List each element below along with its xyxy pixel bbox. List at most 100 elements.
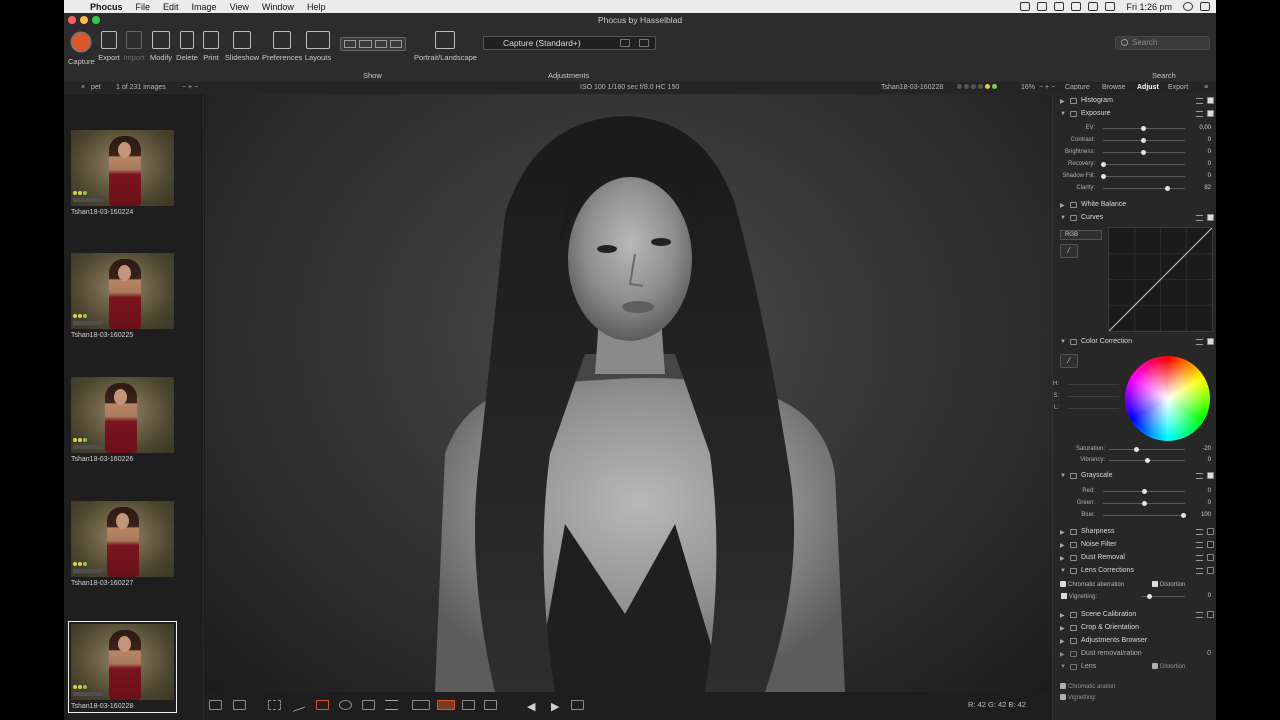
sharpness-section[interactable]: ▶ Sharpness: [1053, 527, 1216, 539]
single-view-icon[interactable]: [233, 700, 246, 710]
white-balance-section[interactable]: ▶ White Balance: [1053, 200, 1216, 212]
preset-compare-icon[interactable]: [620, 39, 630, 47]
slideshow-button[interactable]: Slideshow: [224, 31, 260, 62]
volume-icon[interactable]: [1088, 2, 1099, 11]
curves-section[interactable]: ▼ Curves: [1053, 213, 1216, 225]
section-enable-checkbox[interactable]: [1207, 528, 1214, 535]
mask-icon[interactable]: [484, 700, 497, 710]
info-tool-icon[interactable]: [385, 700, 398, 710]
close-filter-icon[interactable]: ×: [81, 84, 85, 91]
grayscale-section[interactable]: ▼ Grayscale: [1053, 471, 1216, 483]
slider-vibrancy[interactable]: Vibrancy: 0: [1053, 455, 1216, 466]
search-input[interactable]: Search: [1115, 36, 1210, 50]
section-enable-checkbox[interactable]: [1207, 338, 1214, 345]
crop-tool-icon[interactable]: [268, 700, 281, 710]
distortion-checkbox[interactable]: Distortion: [1152, 581, 1185, 588]
color-wheel[interactable]: [1125, 356, 1210, 441]
close-button[interactable]: [68, 16, 76, 24]
grid-toggle-icon[interactable]: [412, 700, 430, 710]
slider-shadow-fill[interactable]: Shadow Fill: 0: [1053, 171, 1216, 182]
portrait-landscape-button[interactable]: Portrait/Landscape: [414, 31, 477, 62]
curve-channel-select[interactable]: RGB: [1060, 230, 1102, 240]
menu-image[interactable]: Image: [192, 2, 217, 12]
thumbnail[interactable]: Tshan18-03-160225: [71, 253, 174, 339]
thumbnail[interactable]: Tshan18-03-160227: [71, 501, 174, 587]
noise-filter-section[interactable]: ▶ Noise Filter: [1053, 540, 1216, 552]
color-eyedropper-icon[interactable]: ⁄: [1060, 354, 1078, 368]
compare-icon[interactable]: [209, 700, 222, 710]
dust-removal-section[interactable]: ▶ Dust Removal: [1053, 553, 1216, 565]
slider-blue[interactable]: Blue: 100: [1053, 510, 1216, 521]
section-enable-checkbox[interactable]: [1207, 472, 1214, 479]
notification-icon[interactable]: [1200, 2, 1210, 11]
menu-window[interactable]: Window: [262, 2, 294, 12]
scene-calibration-section[interactable]: ▶ Scene Calibration: [1053, 610, 1216, 622]
section-enable-checkbox[interactable]: [1207, 541, 1214, 548]
slider-ev[interactable]: EV: 0,00: [1053, 123, 1216, 134]
hand-tool-icon[interactable]: [362, 700, 375, 710]
clock[interactable]: Fri 1:26 pm: [1126, 2, 1172, 12]
tab-browse[interactable]: Browse: [1102, 84, 1125, 91]
thumbnail[interactable]: Tshan18-03-160226: [71, 377, 174, 463]
thumbnail[interactable]: Tshan18-03-160224: [71, 130, 174, 216]
section-enable-checkbox[interactable]: [1207, 110, 1214, 117]
undo-icon[interactable]: [601, 39, 611, 47]
slider-recovery[interactable]: Recovery: 0: [1053, 159, 1216, 170]
curve-eyedropper-icon[interactable]: ⁄: [1060, 244, 1078, 258]
slider-clarity[interactable]: Clarity: 82: [1053, 183, 1216, 194]
section-menu-icon[interactable]: [1196, 111, 1203, 117]
lens-corrections-section[interactable]: ▼ Lens Corrections: [1053, 566, 1216, 578]
chromatic-aberration-checkbox[interactable]: Chromatic aberration: [1060, 581, 1124, 588]
show-single-icon[interactable]: [344, 40, 357, 48]
print-button[interactable]: Print: [200, 31, 222, 62]
export-button[interactable]: Export: [97, 31, 121, 62]
tab-export[interactable]: Export: [1168, 84, 1188, 91]
previous-image-icon[interactable]: ◀: [527, 700, 540, 713]
preferences-button[interactable]: Preferences: [262, 31, 302, 62]
zoom-level[interactable]: 16%: [1021, 84, 1035, 91]
section-enable-checkbox[interactable]: [1207, 214, 1214, 221]
tab-menu-icon[interactable]: ≡: [1204, 84, 1208, 91]
section-menu-icon[interactable]: [1196, 98, 1203, 104]
exposure-warning-icon[interactable]: [437, 700, 455, 710]
exposure-section[interactable]: ▼ Exposure: [1053, 109, 1216, 121]
slider-contrast[interactable]: Contrast: 0: [1053, 135, 1216, 146]
section-menu-icon[interactable]: [1196, 555, 1203, 561]
crop-orientation-section[interactable]: ▶ Crop & Orientation: [1053, 623, 1216, 635]
slider-vignetting[interactable]: Vignetting: 0: [1053, 591, 1216, 602]
slider-red[interactable]: Red: 0: [1053, 486, 1216, 497]
color-tags[interactable]: [957, 84, 999, 91]
preset-camera-icon[interactable]: [639, 39, 649, 47]
eyedropper-tool-icon[interactable]: [316, 700, 329, 710]
section-menu-icon[interactable]: [1196, 612, 1203, 618]
minimize-button[interactable]: [80, 16, 88, 24]
zoom-button[interactable]: [92, 16, 100, 24]
capture-button[interactable]: Capture: [68, 31, 95, 66]
zoom-tool-icon[interactable]: [339, 700, 352, 710]
thumbnail-selected[interactable]: Tshan18-03-160228: [68, 621, 177, 713]
menu-view[interactable]: View: [230, 2, 249, 12]
image-viewer[interactable]: [205, 94, 1052, 692]
section-menu-icon[interactable]: [1196, 529, 1203, 535]
section-enable-checkbox[interactable]: [1207, 611, 1214, 618]
menu-edit[interactable]: Edit: [163, 2, 179, 12]
import-button[interactable]: Import: [122, 31, 146, 62]
section-menu-icon[interactable]: [1196, 215, 1203, 221]
fullscreen-icon[interactable]: [571, 700, 584, 710]
section-menu-icon[interactable]: [1196, 473, 1203, 479]
tab-adjust[interactable]: Adjust: [1137, 84, 1159, 91]
menu-app-name[interactable]: Phocus: [90, 2, 123, 12]
show-quad-icon[interactable]: [389, 40, 402, 48]
menu-help[interactable]: Help: [307, 2, 326, 12]
battery-icon[interactable]: [1105, 2, 1116, 11]
delete-button[interactable]: Delete: [175, 31, 199, 62]
zoom-controls[interactable]: − + −: [1039, 84, 1055, 91]
histogram-section[interactable]: ▶ Histogram: [1053, 96, 1216, 108]
slider-brightness[interactable]: Brightness: 0: [1053, 147, 1216, 158]
screen-icon[interactable]: [1020, 2, 1031, 11]
menu-file[interactable]: File: [136, 2, 151, 12]
slider-saturation[interactable]: Saturation: -20: [1053, 444, 1216, 455]
wifi-icon[interactable]: [1071, 2, 1082, 11]
grid-icon[interactable]: [462, 700, 475, 710]
adjustments-preset-dropdown[interactable]: Capture (Standard+): [483, 36, 656, 50]
